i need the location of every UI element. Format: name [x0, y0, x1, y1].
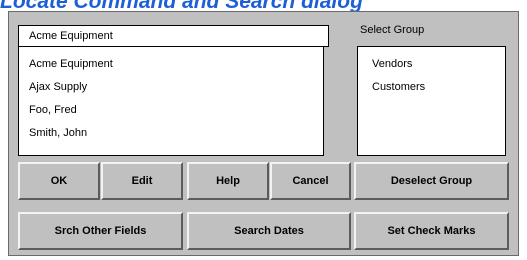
help-button[interactable]: Help [187, 162, 269, 200]
search-other-fields-button[interactable]: Srch Other Fields [18, 212, 183, 250]
list-item[interactable]: Foo, Fred [19, 99, 323, 122]
list-item[interactable]: Acme Equipment [19, 53, 323, 76]
list-item[interactable]: Ajax Supply [19, 76, 323, 99]
results-list[interactable]: Acme Equipment Ajax Supply Foo, Fred Smi… [18, 46, 324, 156]
search-dates-button[interactable]: Search Dates [187, 212, 351, 250]
group-list[interactable]: Vendors Customers [357, 46, 506, 156]
search-input[interactable]: Acme Equipment [18, 25, 329, 47]
cancel-button[interactable]: Cancel [270, 162, 351, 200]
set-check-marks-button[interactable]: Set Check Marks [354, 212, 509, 250]
list-item[interactable]: Smith, John [19, 122, 323, 145]
group-item-customers[interactable]: Customers [358, 76, 505, 99]
select-group-label: Select Group [360, 24, 425, 36]
deselect-group-button[interactable]: Deselect Group [354, 162, 509, 200]
edit-button[interactable]: Edit [101, 162, 183, 200]
ok-button[interactable]: OK [18, 162, 100, 200]
group-item-vendors[interactable]: Vendors [358, 53, 505, 76]
